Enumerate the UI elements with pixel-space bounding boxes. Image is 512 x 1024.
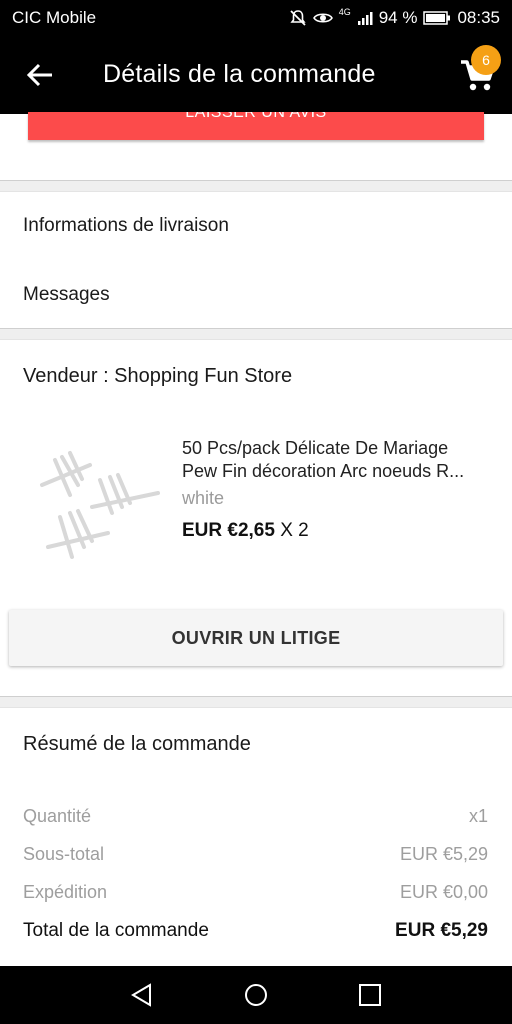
battery-icon — [423, 11, 451, 25]
product-title-line-2[interactable]: Pew Fin décoration Arc noeuds R... — [182, 460, 488, 483]
battery-percent: 94 % — [378, 8, 418, 27]
summary-quantity-label: Quantité — [23, 806, 92, 826]
page-title: Détails de la commande — [103, 60, 376, 88]
status-icons: 4G 94 % 08:35 — [289, 7, 500, 28]
clock: 08:35 — [457, 8, 500, 27]
product-title-line-1[interactable]: 50 Pcs/pack Délicate De Mariage — [182, 437, 492, 460]
product-quantity: X 2 — [280, 520, 309, 541]
signal-icon — [357, 12, 373, 25]
seller-name[interactable]: Vendeur : Shopping Fun Store — [23, 365, 292, 388]
messages-link[interactable]: Messages — [23, 284, 110, 306]
summary-shipping-value: EUR €0,00 — [399, 882, 488, 902]
product-image[interactable] — [30, 435, 165, 570]
mute-icon — [290, 10, 306, 26]
summary-subtotal-value: EUR €5,29 — [399, 844, 488, 864]
status-bar: CIC Mobile 4G 94 % 08:35 — [0, 0, 512, 36]
order-total-label: Total de la commande — [23, 920, 209, 941]
section-divider — [0, 180, 512, 192]
product-price: EUR €2,65 — [182, 520, 275, 541]
summary-quantity-value: x1 — [468, 806, 488, 826]
summary-subtotal-label: Sous-total — [23, 844, 105, 864]
network-label: 4G — [338, 7, 351, 17]
leave-review-label: LAISSER UN AVIS — [185, 112, 327, 121]
back-arrow-icon[interactable] — [24, 58, 58, 92]
delivery-info-link[interactable]: Informations de livraison — [23, 215, 229, 237]
summary-title: Résumé de la commande — [23, 733, 251, 755]
carrier-name: CIC Mobile — [12, 8, 97, 27]
nav-back-icon[interactable] — [129, 982, 155, 1008]
section-divider — [0, 328, 512, 340]
system-nav-bar — [0, 966, 512, 1024]
leave-review-button[interactable]: LAISSER UN AVIS — [28, 112, 484, 140]
product-variant: white — [182, 488, 225, 508]
summary-shipping-label: Expédition — [23, 882, 108, 902]
product-price-row: EUR €2,65 X 2 — [182, 520, 309, 542]
open-dispute-button[interactable]: OUVRIR UN LITIGE — [9, 610, 503, 666]
cart-count-badge: 6 — [471, 45, 501, 75]
section-divider — [0, 696, 512, 708]
nav-home-icon[interactable] — [243, 982, 269, 1008]
app-bar: Détails de la commande 6 — [0, 36, 512, 114]
order-total-value: EUR €5,29 — [395, 920, 488, 941]
eye-icon — [312, 13, 333, 23]
nav-recents-icon[interactable] — [357, 982, 383, 1008]
